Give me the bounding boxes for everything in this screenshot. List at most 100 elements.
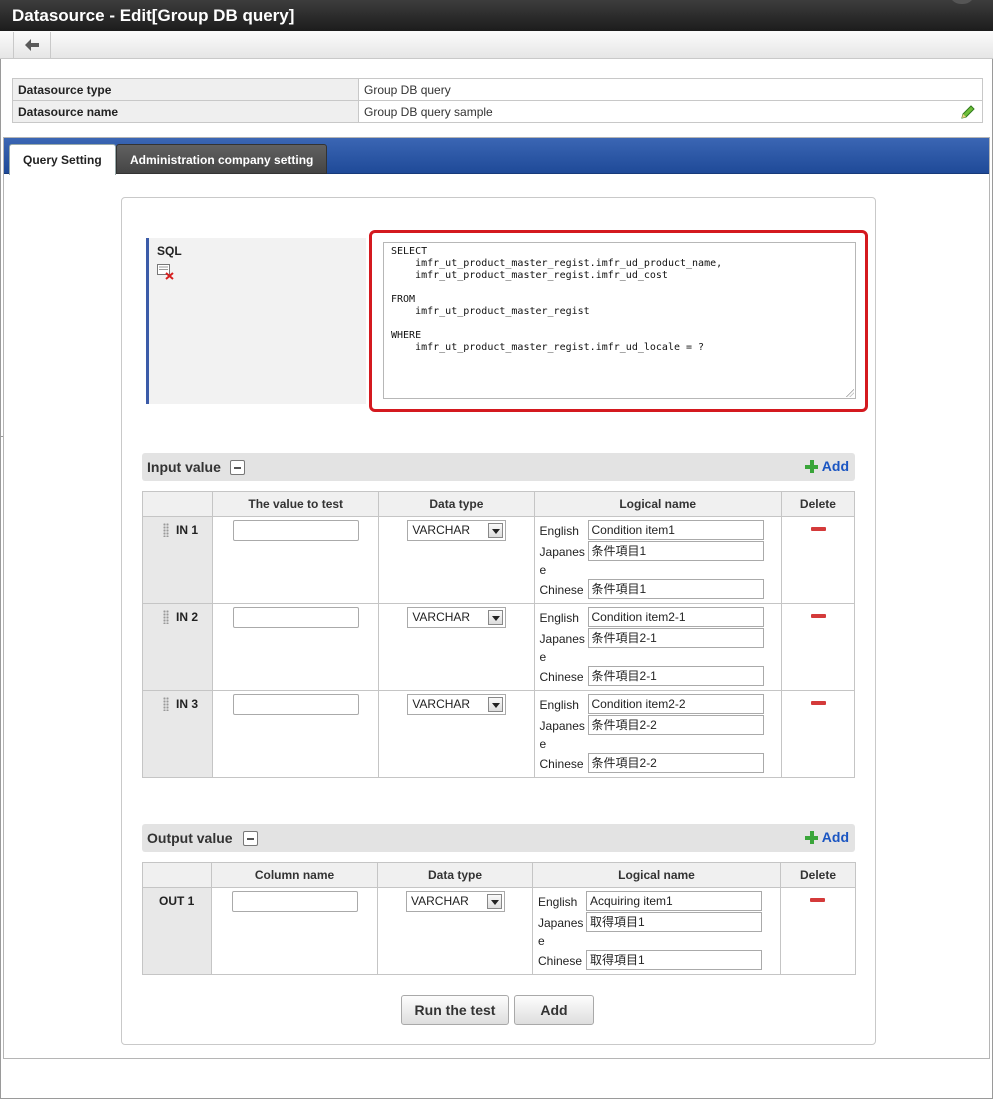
data-type-cell: VARCHAR <box>377 887 533 975</box>
input-row-id: IN 3 <box>176 697 199 711</box>
input-header-delete: Delete <box>780 491 856 517</box>
japanese-label: Japanes <box>539 545 585 559</box>
japanese-name-input[interactable]: 条件項目1 <box>587 541 764 561</box>
chinese-name-input[interactable]: 条件項目2-1 <box>587 666 764 686</box>
sql-textarea[interactable]: SELECT imfr_ut_product_master_regist.imf… <box>383 242 856 399</box>
japanese-label: Japanes <box>539 719 585 733</box>
input-row-head: IN 1 <box>141 516 214 604</box>
output-header-logical-name: Logical name <box>532 862 781 888</box>
add-output-label: Add <box>821 829 849 845</box>
chevron-down-icon <box>487 894 502 909</box>
test-value-input[interactable] <box>233 520 360 541</box>
settings-panel: Query Setting Administration company set… <box>3 137 990 1059</box>
input-header-data-type: Data type <box>378 491 535 517</box>
input-value-title: Input value <box>147 459 221 475</box>
clear-sql-icon[interactable] <box>157 264 175 280</box>
output-value-header: Output value Add <box>142 824 855 852</box>
data-type-value: VARCHAR <box>412 610 471 624</box>
sql-label-cell: SQL <box>146 238 366 404</box>
delete-cell <box>780 887 856 975</box>
drag-handle-icon[interactable] <box>163 697 169 711</box>
data-type-select[interactable]: VARCHAR <box>407 694 507 715</box>
data-type-value: VARCHAR <box>412 523 471 537</box>
logical-name-cell: English Condition item1 Japanes e 条件項目1 … <box>533 516 782 604</box>
column-name-cell <box>211 887 378 975</box>
english-label: English <box>539 698 579 712</box>
collapse-output-icon[interactable] <box>243 831 258 846</box>
test-value-cell <box>212 603 380 691</box>
plus-icon <box>804 459 818 473</box>
chinese-label: Chinese <box>539 757 584 771</box>
logical-name-cell: English Acquiring item1 Japanes e 取得項目1 … <box>532 887 781 975</box>
datasource-type-row: Datasource type Group DB query <box>12 78 983 101</box>
output-value-table: Column name Data type Logical name Delet… <box>142 862 856 975</box>
output-row-id: OUT 1 <box>159 894 195 908</box>
input-row-id: IN 2 <box>176 610 199 624</box>
pencil-edit-icon[interactable] <box>960 104 976 120</box>
chevron-down-icon <box>488 610 504 625</box>
sql-highlight-frame: SELECT imfr_ut_product_master_regist.imf… <box>369 230 868 412</box>
datasource-name-value: Group DB query sample <box>364 104 493 119</box>
data-type-cell: VARCHAR <box>378 603 535 691</box>
test-value-cell <box>212 516 380 604</box>
output-value-title: Output value <box>147 830 233 846</box>
back-button[interactable] <box>13 32 51 58</box>
tab-bar: Query Setting Administration company set… <box>4 138 989 175</box>
output-header-column-name: Column name <box>211 862 378 888</box>
query-setting-card: SQL SELECT imfr_ut_product_master_regist… <box>121 197 876 1045</box>
input-row-head: IN 2 <box>141 603 214 691</box>
tab-query-setting[interactable]: Query Setting <box>9 144 116 175</box>
add-button[interactable]: Add <box>514 995 594 1025</box>
delete-minus-icon[interactable] <box>810 898 825 902</box>
data-type-cell: VARCHAR <box>378 690 535 778</box>
chinese-label: Chinese <box>539 670 584 684</box>
english-name-input[interactable]: Condition item2-2 <box>587 694 764 714</box>
chinese-name-input[interactable]: 条件項目2-2 <box>587 753 764 773</box>
datasource-info-table: Datasource type Group DB query Datasourc… <box>12 78 983 123</box>
add-input-button[interactable]: Add <box>804 458 849 474</box>
japanese-name-input[interactable]: 条件項目2-2 <box>587 715 764 735</box>
japanese-label-wrap: e <box>538 934 545 948</box>
japanese-name-input[interactable]: 条件項目2-1 <box>587 628 764 648</box>
output-header-row: Column name Data type Logical name Delet… <box>142 862 856 888</box>
data-type-cell: VARCHAR <box>378 516 535 604</box>
toolbar <box>0 31 993 59</box>
data-type-value: VARCHAR <box>412 697 471 711</box>
add-output-button[interactable]: Add <box>804 829 849 845</box>
delete-minus-icon[interactable] <box>810 614 826 618</box>
english-name-input[interactable]: Acquiring item1 <box>586 891 762 911</box>
japanese-label: Japanes <box>538 916 584 930</box>
delete-minus-icon[interactable] <box>810 527 826 531</box>
input-value-header: Input value Add <box>142 453 855 481</box>
delete-minus-icon[interactable] <box>810 701 826 705</box>
test-value-input[interactable] <box>233 607 360 628</box>
delete-cell <box>780 516 856 604</box>
japanese-label: Japanes <box>539 632 585 646</box>
chinese-name-input[interactable]: 取得項目1 <box>586 950 762 970</box>
chinese-name-input[interactable]: 条件項目1 <box>587 579 764 599</box>
chinese-label: Chinese <box>539 583 584 597</box>
chevron-down-icon <box>488 697 504 712</box>
datasource-type-value: Group DB query <box>358 78 983 101</box>
drag-handle-icon[interactable] <box>163 610 169 624</box>
english-name-input[interactable]: Condition item2-1 <box>587 607 764 627</box>
column-name-input[interactable] <box>232 891 358 912</box>
english-name-input[interactable]: Condition item1 <box>587 520 764 540</box>
data-type-select[interactable]: VARCHAR <box>407 607 507 628</box>
logical-name-cell: English Condition item2-2 Japanes e 条件項目… <box>533 690 782 778</box>
input-row-head: IN 3 <box>141 690 214 778</box>
tab-administration-company-setting[interactable]: Administration company setting <box>116 144 328 174</box>
test-value-input[interactable] <box>233 694 360 715</box>
datasource-name-row: Datasource name Group DB query sample <box>12 100 983 123</box>
input-header-blank <box>141 491 214 517</box>
collapse-input-icon[interactable] <box>230 460 245 475</box>
run-test-button[interactable]: Run the test <box>401 995 509 1025</box>
input-header-row: The value to test Data type Logical name… <box>141 491 856 517</box>
japanese-name-input[interactable]: 取得項目1 <box>586 912 762 932</box>
english-label: English <box>539 524 579 538</box>
add-input-label: Add <box>821 458 849 474</box>
data-type-select[interactable]: VARCHAR <box>407 520 507 541</box>
data-type-select[interactable]: VARCHAR <box>406 891 505 912</box>
input-row: IN 3 VARCHAR English Condition item2-2 J… <box>141 690 856 778</box>
drag-handle-icon[interactable] <box>163 523 169 537</box>
